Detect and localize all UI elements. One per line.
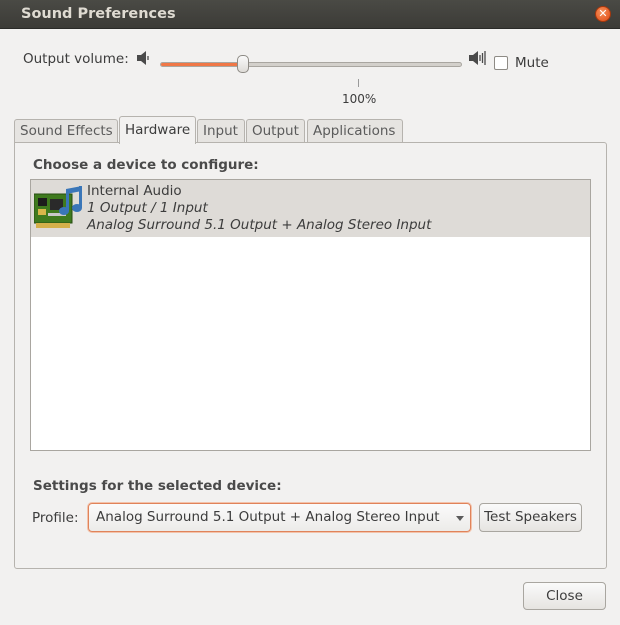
- close-icon[interactable]: ✕: [595, 6, 611, 22]
- device-io: 1 Output / 1 Input: [87, 200, 208, 216]
- settings-heading: Settings for the selected device:: [33, 478, 282, 494]
- output-volume-label: Output volume:: [23, 51, 129, 67]
- profile-select[interactable]: Analog Surround 5.1 Output + Analog Ster…: [88, 503, 471, 532]
- mute-checkbox[interactable]: [494, 56, 508, 70]
- title-bar: Sound Preferences ✕: [0, 0, 620, 29]
- device-list[interactable]: Internal Audio 1 Output / 1 Input Analog…: [30, 179, 591, 451]
- tab-hardware[interactable]: Hardware: [119, 116, 196, 144]
- volume-slider-handle[interactable]: [237, 55, 249, 73]
- tab-sound-effects[interactable]: Sound Effects: [14, 119, 118, 143]
- tab-applications[interactable]: Applications: [307, 119, 403, 143]
- device-profile: Analog Surround 5.1 Output + Analog Ster…: [87, 217, 432, 233]
- test-speakers-button[interactable]: Test Speakers: [479, 503, 582, 532]
- profile-label: Profile:: [32, 510, 79, 526]
- profile-select-value: Analog Surround 5.1 Output + Analog Ster…: [96, 509, 440, 525]
- device-name: Internal Audio: [87, 183, 182, 199]
- choose-device-heading: Choose a device to configure:: [33, 157, 259, 173]
- speaker-loud-icon: [469, 51, 486, 65]
- mute-label[interactable]: Mute: [515, 55, 549, 71]
- close-button[interactable]: Close: [523, 582, 606, 610]
- tab-output[interactable]: Output: [246, 119, 305, 143]
- speaker-muted-icon: [137, 51, 149, 65]
- device-row-internal-audio[interactable]: Internal Audio 1 Output / 1 Input Analog…: [31, 180, 590, 237]
- volume-100-tick: [358, 79, 359, 87]
- window-title: Sound Preferences: [21, 6, 176, 22]
- sound-card-icon: [34, 186, 82, 228]
- device-details: Internal Audio 1 Output / 1 Input Analog…: [87, 183, 431, 234]
- volume-100-label: 100%: [342, 92, 377, 106]
- volume-slider-track[interactable]: [160, 62, 462, 67]
- volume-slider-fill: [161, 63, 245, 66]
- tab-input[interactable]: Input: [197, 119, 245, 143]
- chevron-down-icon: [456, 516, 464, 521]
